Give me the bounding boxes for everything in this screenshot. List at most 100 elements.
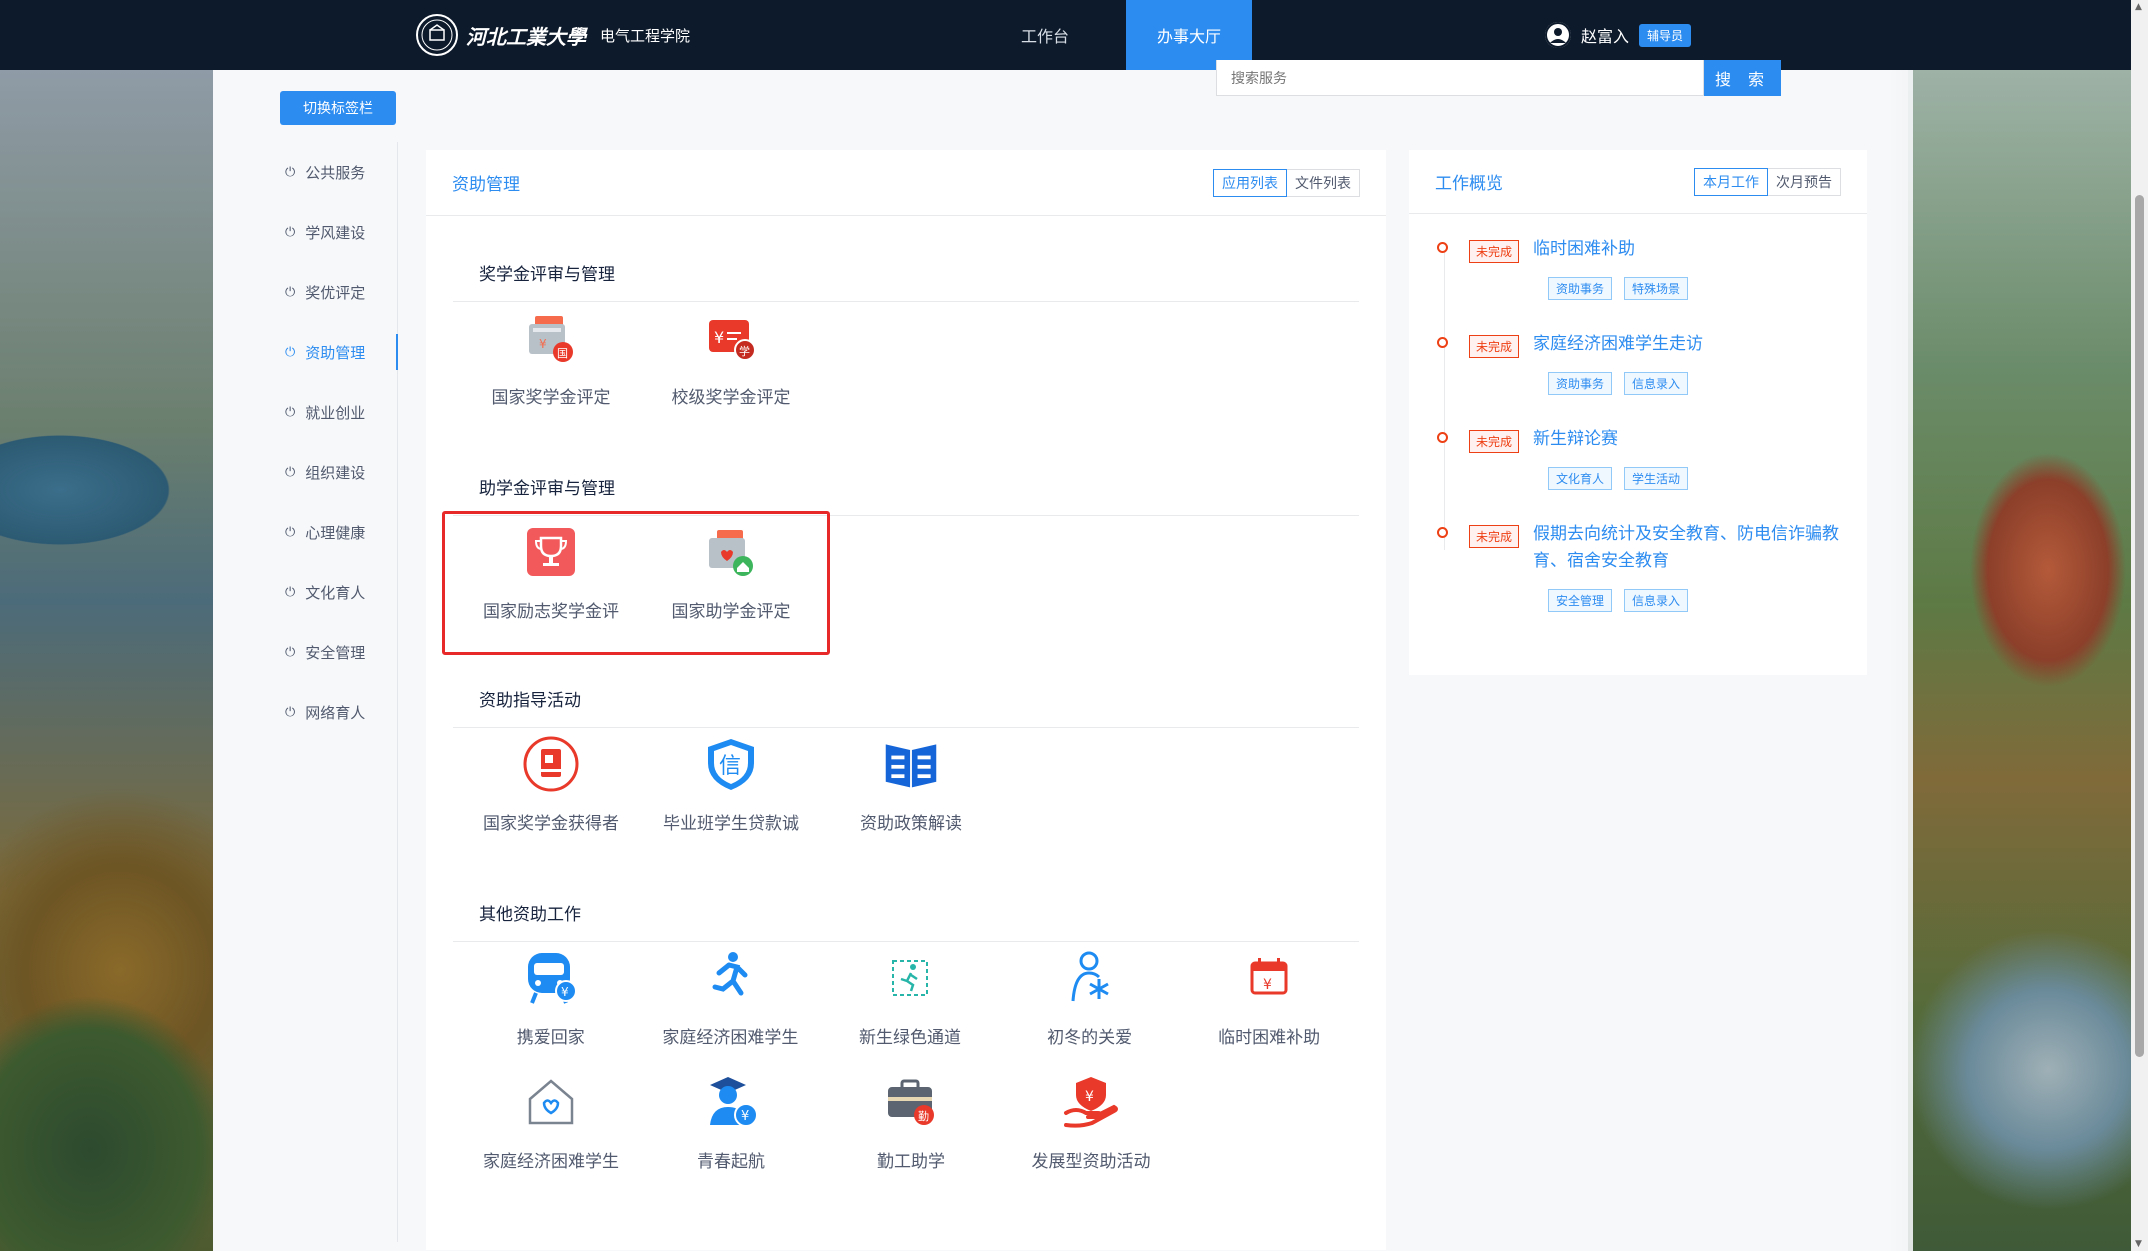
main-nav: 工作台 办事大厅 (980, 0, 1252, 70)
university-name: 河北工業大學 (466, 24, 586, 49)
sidebar-item-awards[interactable]: ⏻ 奖优评定 (275, 262, 397, 322)
app-temporary-hardship-aid[interactable]: ¥ 临时困难补助 (1179, 942, 1359, 1066)
power-icon: ⏻ (285, 584, 296, 600)
tab-file-list[interactable]: 文件列表 (1287, 170, 1359, 196)
power-icon: ⏻ (285, 344, 296, 360)
app-early-winter-care[interactable]: 初冬的关爱 (1000, 942, 1180, 1066)
highlight-box (442, 511, 830, 655)
train-icon: ¥ (522, 949, 580, 1007)
sidebar-item-network[interactable]: ⏻ 网络育人 (275, 682, 397, 742)
tab-this-month[interactable]: 本月工作 (1694, 167, 1768, 196)
section-scholarship: 奖学金评审与管理 ¥ 国 国家奖学金评定 ¥ 学 校级奖学金评定 (453, 244, 1359, 426)
task-item[interactable]: 未完成 临时困难补助 资助事务 特殊场景 (1437, 236, 1841, 331)
app-youth-launch[interactable]: ¥ 青春起航 (641, 1066, 821, 1190)
overview-toggle: 本月工作 次月预告 (1694, 167, 1841, 196)
app-graduate-loan-integrity[interactable]: 信 毕业班学生贷款诚 (641, 728, 821, 852)
app-scholarship-winners[interactable]: 国家奖学金获得者 (461, 728, 641, 852)
task-item[interactable]: 未完成 新生辩论赛 文化育人 学生活动 (1437, 426, 1841, 521)
app-label: 青春起航 (697, 1152, 765, 1172)
app-label: 校级奖学金评定 (671, 388, 791, 408)
task-title[interactable]: 临时困难补助 (1533, 236, 1635, 263)
app-work-study[interactable]: 勤 勤工助学 (821, 1066, 1001, 1190)
task-tag: 资助事务 (1548, 277, 1613, 300)
switch-tabbar-button[interactable]: 切换标签栏 (280, 91, 396, 125)
power-icon: ⏻ (285, 164, 296, 180)
sidebar-item-label: 公共服务 (305, 163, 366, 182)
sidebar-item-public-service[interactable]: ⏻ 公共服务 (275, 142, 397, 202)
timeline-dot (1437, 337, 1448, 348)
hand-yen-icon: ¥ (1062, 1073, 1120, 1131)
scroll-up-arrow-icon[interactable]: ▲ (2135, 2, 2142, 12)
svg-text:¥: ¥ (1263, 977, 1272, 993)
house-heart-icon (522, 1073, 580, 1131)
sidebar-item-label: 文化育人 (305, 583, 366, 602)
sidebar-item-label: 网络育人 (305, 703, 366, 722)
svg-text:¥: ¥ (1085, 1089, 1094, 1105)
service-search: 搜 索 (1216, 60, 1781, 96)
card-header: 工作概览 本月工作 次月预告 (1409, 150, 1867, 214)
nav-workbench[interactable]: 工作台 (980, 0, 1110, 70)
app-developmental-aid[interactable]: ¥ 发展型资助活动 (1001, 1066, 1181, 1190)
sidebar-item-label: 组织建设 (305, 463, 366, 482)
sidebar-item-mental-health[interactable]: ⏻ 心理健康 (275, 502, 397, 562)
app-love-home[interactable]: ¥ 携爱回家 (461, 942, 641, 1066)
search-input[interactable] (1216, 60, 1704, 96)
svg-text:¥: ¥ (714, 328, 724, 347)
app-school-scholarship[interactable]: ¥ 学 校级奖学金评定 (641, 302, 821, 426)
school-scholarship-icon: ¥ 学 (702, 309, 760, 367)
page-scrollbar[interactable]: ▲ ▼ (2131, 0, 2148, 1251)
app-green-channel[interactable]: 新生绿色通道 (820, 942, 1000, 1066)
task-item[interactable]: 未完成 家庭经济困难学生走访 资助事务 信息录入 (1437, 331, 1841, 426)
user-menu[interactable]: 赵富入 辅导员 (1545, 22, 1692, 48)
policy-book-icon (882, 735, 940, 793)
app-label: 携爱回家 (516, 1028, 585, 1048)
svg-text:国: 国 (557, 347, 568, 360)
timeline-dot (1437, 527, 1448, 538)
tab-next-month[interactable]: 次月预告 (1768, 169, 1840, 195)
task-tag: 特殊场景 (1624, 277, 1689, 300)
app-national-scholarship[interactable]: ¥ 国 国家奖学金评定 (461, 302, 641, 426)
user-role-badge: 辅导员 (1639, 23, 1692, 47)
app-policy-interpretation[interactable]: 资助政策解读 (821, 728, 1001, 852)
task-title[interactable]: 假期去向统计及安全教育、防电信诈骗教育、宿舍安全教育 (1533, 521, 1841, 575)
search-button[interactable]: 搜 索 (1704, 60, 1781, 96)
sidebar-item-study-style[interactable]: ⏻ 学风建设 (275, 202, 397, 262)
section-title: 奖学金评审与管理 (453, 244, 1359, 302)
calendar-yen-icon: ¥ (1240, 949, 1298, 1007)
app-label: 家庭经济困难学生 (662, 1028, 799, 1048)
power-icon: ⏻ (285, 284, 296, 300)
app-poor-family-student[interactable]: 家庭经济困难学生 (641, 942, 821, 1066)
card-header: 资助管理 应用列表 文件列表 (426, 150, 1386, 216)
sidebar-item-label: 心理健康 (305, 523, 366, 542)
work-study-icon: 勤 (882, 1073, 940, 1131)
app-poor-family-student-2[interactable]: 家庭经济困难学生 (461, 1066, 641, 1190)
tab-app-list[interactable]: 应用列表 (1213, 168, 1287, 197)
app-label: 国家奖学金评定 (491, 388, 611, 408)
app-label: 新生绿色通道 (858, 1028, 961, 1048)
app-label: 临时困难补助 (1218, 1028, 1321, 1048)
university-seal-icon (416, 14, 458, 56)
task-title[interactable]: 新生辩论赛 (1533, 426, 1618, 453)
trust-shield-icon: 信 (702, 735, 760, 793)
svg-text:勤: 勤 (918, 1110, 929, 1123)
section-other: 其他资助工作 ¥ 携爱回家 家庭经济困难学生 新生绿色通道 初冬的关爱 ¥ 临时… (453, 884, 1359, 1190)
app-label: 家庭经济困难学生 (483, 1152, 619, 1172)
scroll-down-arrow-icon[interactable]: ▼ (2135, 1239, 2142, 1249)
university-logo[interactable]: 河北工業大學 电气工程学院 (416, 14, 690, 56)
sidebar-item-organization[interactable]: ⏻ 组织建设 (275, 442, 397, 502)
task-tag: 学生活动 (1624, 467, 1689, 490)
app-label: 勤工助学 (877, 1152, 945, 1172)
sidebar-item-financial-aid[interactable]: ⏻ 资助管理 (275, 322, 398, 382)
task-title[interactable]: 家庭经济困难学生走访 (1533, 331, 1703, 358)
sidebar-item-culture[interactable]: ⏻ 文化育人 (275, 562, 397, 622)
card-title: 资助管理 (452, 175, 520, 195)
scrollbar-thumb[interactable] (2135, 195, 2144, 1057)
section-title: 助学金评审与管理 (453, 458, 1359, 516)
sidebar-item-employment[interactable]: ⏻ 就业创业 (275, 382, 397, 442)
task-item[interactable]: 未完成 假期去向统计及安全教育、防电信诈骗教育、宿舍安全教育 安全管理 信息录入 (1437, 521, 1841, 641)
sidebar-item-safety[interactable]: ⏻ 安全管理 (275, 622, 397, 682)
power-icon: ⏻ (285, 644, 296, 660)
svg-text:学: 学 (739, 344, 750, 358)
scholarship-cert-icon: ¥ 国 (522, 309, 580, 367)
power-icon: ⏻ (285, 524, 296, 540)
